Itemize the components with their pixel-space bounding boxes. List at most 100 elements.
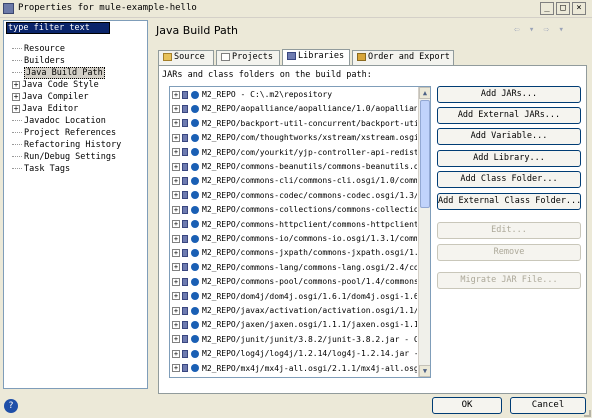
sidebar-item-label: Javadoc Location [24,116,106,126]
expand-icon[interactable]: + [172,148,180,157]
sidebar-item-task-tags[interactable]: Task Tags [12,163,70,175]
preference-tree: type filter text Resource Builders Java … [3,20,148,389]
library-entry[interactable]: + M2_REPO - C:\.m2\repository [172,89,417,101]
library-entry[interactable]: + M2_REPO/commons-codec/commons-codec.osg… [172,190,417,202]
expand-icon[interactable]: + [172,220,180,229]
add-class-folder-button[interactable]: Add Class Folder... [437,171,581,188]
library-entry-label: M2_REPO/backport-util-concurrent/backpor… [202,118,417,128]
close-button[interactable]: × [572,2,586,15]
expand-icon[interactable]: + [172,205,180,214]
migrate-jar-file-button[interactable]: Migrate JAR File... [437,272,581,289]
jar-icon [182,176,188,185]
expand-icon[interactable]: + [172,292,180,301]
add-variable-button[interactable]: Add Variable... [437,128,581,145]
expand-icon[interactable]: + [172,191,180,200]
library-entry[interactable]: + M2_REPO/com/yourkit/yjp-controller-api-… [172,147,417,159]
build-path-caption: JARs and class folders on the build path… [162,70,372,80]
vertical-scrollbar[interactable]: ▲ ▼ [418,87,430,377]
library-entry-label: M2_REPO/commons-beanutils/commons-beanut… [202,162,417,171]
expand-icon[interactable]: + [172,234,180,243]
jar-icon [182,119,188,128]
expand-icon[interactable]: + [12,92,20,101]
folder-icon [163,52,172,61]
cancel-button[interactable]: Cancel [510,397,586,414]
expand-icon[interactable]: + [172,277,180,286]
library-entry[interactable]: + M2_REPO/backport-util-concurrent/backpo… [172,118,417,130]
library-entry[interactable]: + M2_REPO/commons-jxpath/commons-jxpath.o… [172,247,417,259]
jar-icon [182,133,188,142]
filter-input[interactable]: type filter text [6,22,110,34]
library-list[interactable]: ▲ ▼ + M2_REPO - C:\.m2\repository + M2_REPO… [169,86,431,378]
library-entry[interactable]: + M2_REPO/commons-cli/commons-cli.osgi/1.… [172,175,417,187]
library-entry-label: M2_REPO/commons-collections/commons-coll… [202,205,417,215]
sidebar-item-java-build-path[interactable]: Java Build Path [12,67,105,79]
library-entry[interactable]: + M2_REPO/commons-lang/commons-lang.osgi/… [172,262,417,274]
title-bar[interactable]: Properties for mule-example-hello _ □ × [0,0,592,18]
library-entry[interactable]: + M2_REPO/commons-collections/commons-col… [172,204,417,216]
history-nav-arrows[interactable]: ⇦ ▾ ⇨ ▾ [514,25,566,35]
expand-icon[interactable]: + [172,349,180,358]
sidebar-item-run-debug-settings[interactable]: Run/Debug Settings [12,151,116,163]
expand-icon[interactable]: + [172,90,180,99]
jar-icon [182,263,188,272]
tab-libraries[interactable]: Libraries [282,49,350,65]
library-entry[interactable]: + M2_REPO/jaxen/jaxen.osgi/1.1.1/jaxen.os… [172,319,417,331]
library-entry[interactable]: + M2_REPO/commons-beanutils/commons-beanu… [172,161,417,173]
library-entry[interactable]: + M2_REPO/commons-io/commons-io.osgi/1.3.… [172,233,417,245]
library-entry[interactable]: + M2_REPO/log4j/log4j/1.2.14/log4j-1.2.14… [172,348,417,360]
jar-icon [182,335,188,344]
minimize-button[interactable]: _ [540,2,554,15]
sidebar-item-java-editor[interactable]: + Java Editor [12,103,78,115]
expand-icon[interactable]: + [172,104,180,113]
sidebar-item-label: Java Editor [22,104,79,114]
expand-icon[interactable]: + [172,364,180,373]
help-icon[interactable]: ? [4,399,18,413]
ok-button[interactable]: OK [432,397,502,414]
library-entry[interactable]: + M2_REPO/dom4j/dom4j.osgi/1.6.1/dom4j.os… [172,291,417,303]
tab-projects[interactable]: Projects [216,50,280,65]
expand-icon[interactable]: + [172,248,180,257]
resize-grip-icon[interactable] [584,410,591,417]
add-library-button[interactable]: Add Library... [437,150,581,167]
sidebar-item-refactoring-history[interactable]: Refactoring History [12,139,121,151]
sidebar-item-project-references[interactable]: Project References [12,127,116,139]
expand-icon[interactable]: + [12,104,20,113]
add-external-jars-button[interactable]: Add External JARs... [437,107,581,124]
maximize-button[interactable]: □ [556,2,570,15]
tab-order-and-export[interactable]: Order and Export [352,50,454,65]
library-entry[interactable]: + M2_REPO/commons-pool/commons-pool/1.4/c… [172,276,417,288]
jar-icon [182,320,188,329]
scroll-up-icon[interactable]: ▲ [419,87,430,99]
library-entry[interactable]: + M2_REPO/junit/junit/3.8.2/junit-3.8.2.j… [172,334,417,346]
sidebar-item-java-code-style[interactable]: + Java Code Style [12,79,99,91]
sidebar-item-builders[interactable]: Builders [12,55,65,67]
add-jars-button[interactable]: Add JARs... [437,86,581,103]
order-icon [357,52,366,61]
tab-source[interactable]: Source [158,50,214,65]
remove-button[interactable]: Remove [437,244,581,261]
library-entry[interactable]: + M2_REPO/commons-httpclient/commons-http… [172,219,417,231]
library-entry[interactable]: + M2_REPO/javax/activation/activation.osg… [172,305,417,317]
library-entry[interactable]: + M2_REPO/mx4j/mx4j-all.osgi/2.1.1/mx4j-a… [172,363,417,375]
expand-icon[interactable]: + [172,263,180,272]
sidebar-item-javadoc-location[interactable]: Javadoc Location [12,115,106,127]
scroll-thumb[interactable] [420,100,430,208]
sidebar-item-resource[interactable]: Resource [12,43,65,55]
expand-icon[interactable]: + [172,176,180,185]
expand-icon[interactable]: + [172,306,180,315]
library-entry[interactable]: + M2_REPO/com/thoughtworks/xstream/xstrea… [172,132,417,144]
expand-icon[interactable]: + [172,320,180,329]
classpath-variable-icon [191,234,199,243]
expand-icon[interactable]: + [12,80,20,89]
expand-icon[interactable]: + [172,133,180,142]
expand-icon[interactable]: + [172,119,180,128]
scroll-down-icon[interactable]: ▼ [419,365,430,377]
dialog-icon [3,3,14,14]
edit-button[interactable]: Edit... [437,222,581,239]
expand-icon[interactable]: + [172,335,180,344]
library-entry[interactable]: + M2_REPO/aopalliance/aopalliance/1.0/aop… [172,103,417,115]
sidebar-item-java-compiler[interactable]: + Java Compiler [12,91,89,103]
expand-icon[interactable]: + [172,162,180,171]
add-external-class-folder-button[interactable]: Add External Class Folder... [437,193,581,210]
classpath-variable-icon [191,263,199,272]
